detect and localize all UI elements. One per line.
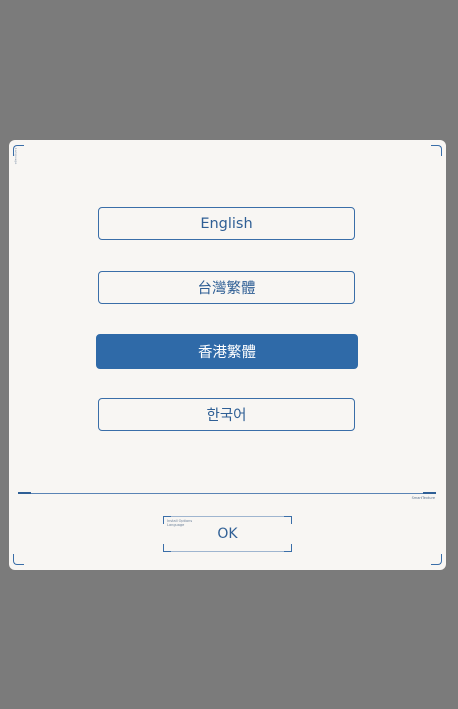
- language-option-english[interactable]: English: [98, 207, 355, 240]
- ok-button[interactable]: Install Options Language OK: [163, 516, 292, 552]
- divider-cap-left: [18, 492, 31, 494]
- corner-bracket-top-right: [431, 145, 442, 156]
- corner-bracket-bottom-right: [431, 554, 442, 565]
- ok-button-label: OK: [217, 526, 238, 542]
- divider-line: [18, 493, 436, 494]
- language-dialog: Language English 台灣繁體 香港繁體 한국어 SmartText…: [9, 140, 446, 570]
- dialog-side-label: Language: [14, 148, 18, 165]
- corner-bracket-bottom-left: [13, 554, 24, 565]
- divider-label: SmartTexture: [411, 496, 435, 500]
- language-option-taiwan-traditional[interactable]: 台灣繁體: [98, 271, 355, 304]
- divider-cap-right: [423, 492, 436, 494]
- language-option-korean[interactable]: 한국어: [98, 398, 355, 431]
- language-option-hongkong-traditional[interactable]: 香港繁體: [96, 334, 358, 369]
